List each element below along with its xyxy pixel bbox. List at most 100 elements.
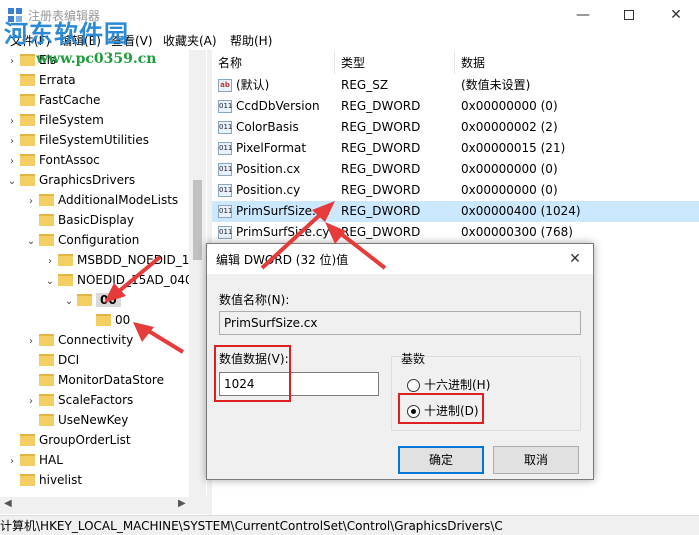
chevron-right-icon[interactable]: › — [44, 252, 56, 272]
tree-scroll-thumb[interactable] — [193, 180, 202, 260]
tree-item-label: 00 — [96, 293, 121, 307]
chevron-right-icon[interactable]: › — [6, 52, 18, 72]
tree-horizontal-scrollbar[interactable] — [0, 497, 207, 514]
tree-item-hivelist[interactable]: hivelist — [6, 470, 82, 490]
value-data: 0x00000000 (0) — [461, 99, 558, 113]
value-type: REG_DWORD — [341, 225, 421, 239]
tree-item-label: MSBDD_NOEDID_1 — [77, 253, 190, 267]
folder-icon — [20, 93, 35, 106]
value-data: 0x00000000 (0) — [461, 162, 558, 176]
tree-item-hal[interactable]: › HAL — [6, 450, 63, 470]
tree-item-00[interactable]: ⌄ 00 — [63, 290, 121, 310]
tree-item-filesystemutilities[interactable]: › FileSystemUtilities — [6, 130, 149, 150]
folder-icon — [39, 393, 54, 406]
binary-value-icon: 011 — [218, 226, 232, 239]
chevron-right-icon[interactable]: › — [6, 132, 18, 152]
folder-icon — [20, 113, 35, 126]
maximize-button[interactable] — [606, 0, 652, 30]
minimize-button[interactable]: — — [560, 0, 606, 30]
chevron-right-icon[interactable]: › — [25, 392, 37, 412]
tree-item-msbdd-noedid-1[interactable]: › MSBDD_NOEDID_1 — [44, 250, 189, 270]
dialog-close-button[interactable]: ✕ — [563, 248, 587, 270]
column-header-data[interactable]: 数据 — [455, 52, 699, 74]
chevron-right-icon[interactable]: › — [25, 192, 37, 212]
chevron-right-icon[interactable]: › — [6, 452, 18, 472]
folder-icon — [39, 333, 54, 346]
binary-value-icon: 011 — [218, 100, 232, 113]
value-data: 0x00000002 (2) — [461, 120, 558, 134]
value-name: PixelFormat — [236, 141, 307, 155]
value-type: REG_DWORD — [341, 183, 421, 197]
column-header-type[interactable]: 类型 — [335, 52, 455, 74]
value-name-field: PrimSurfSize.cx — [219, 311, 581, 335]
folder-icon — [20, 473, 35, 486]
chevron-down-icon[interactable]: ⌄ — [44, 272, 56, 292]
string-value-icon: ab — [218, 79, 232, 92]
chevron-down-icon[interactable]: ⌄ — [25, 232, 37, 252]
ok-button[interactable]: 确定 — [398, 446, 484, 474]
value-name: Position.cx — [236, 162, 301, 176]
scroll-right-icon[interactable]: ▶ — [178, 498, 186, 509]
folder-icon — [58, 273, 73, 286]
tree-item-00[interactable]: 00 — [82, 310, 130, 330]
tree-item-fastcache[interactable]: FastCache — [6, 90, 100, 110]
tree-item-noedid-15ad-040[interactable]: ⌄ NOEDID_15AD_040 — [44, 270, 193, 290]
tree-item-additionalmodelists[interactable]: › AdditionalModeLists — [25, 190, 178, 210]
tree-item-graphicsdrivers[interactable]: ⌄ GraphicsDrivers — [6, 170, 135, 190]
folder-icon — [20, 153, 35, 166]
tree-item-usenewkey[interactable]: UseNewKey — [25, 410, 128, 430]
dialog-title-bar: 编辑 DWORD (32 位)值 ✕ — [207, 244, 593, 274]
folder-icon — [20, 453, 35, 466]
hex-radio[interactable]: 十六进制(H) — [407, 376, 490, 393]
chevron-down-icon[interactable]: ⌄ — [6, 172, 18, 192]
chevron-right-icon[interactable]: › — [25, 332, 37, 352]
tree-item-configuration[interactable]: ⌄ Configuration — [25, 230, 140, 252]
close-button[interactable]: ✕ — [653, 0, 699, 30]
value-type: REG_DWORD — [341, 120, 421, 134]
value-name-cell: 011 PixelFormat — [218, 138, 306, 159]
watermark-url: www.pc0359.cn — [36, 51, 157, 67]
value-row[interactable]: 011 PixelFormat REG_DWORD 0x00000015 (21) — [212, 138, 699, 159]
folder-icon — [96, 313, 111, 326]
value-row[interactable]: 011 Position.cx REG_DWORD 0x00000000 (0) — [212, 159, 699, 180]
tree-item-connectivity[interactable]: › Connectivity — [25, 330, 133, 350]
highlight-value-data — [214, 345, 291, 402]
tree-item-label: 00 — [115, 313, 131, 327]
value-name: CcdDbVersion — [236, 99, 320, 113]
hex-radio-icon — [407, 379, 420, 392]
value-row[interactable]: 011 CcdDbVersion REG_DWORD 0x00000000 (0) — [212, 96, 699, 117]
value-row[interactable]: 011 PrimSurfSize.cx REG_DWORD 0x00000400 (1… — [212, 201, 699, 222]
chevron-down-icon[interactable]: ⌄ — [63, 292, 75, 312]
tree-item-grouporderlist[interactable]: GroupOrderList — [6, 430, 131, 450]
menu-favorites[interactable]: 收藏夹(A) — [163, 32, 217, 49]
tree-item-scalefactors[interactable]: › ScaleFactors — [25, 390, 133, 410]
scroll-left-icon[interactable]: ◀ — [4, 498, 12, 509]
value-row[interactable]: 011 PrimSurfSize.cy REG_DWORD 0x00000300 (7… — [212, 222, 699, 243]
tree-item-filesystem[interactable]: › FileSystem — [6, 110, 104, 130]
cancel-button[interactable]: 取消 — [493, 446, 579, 474]
value-name-cell: 011 Position.cy — [218, 180, 300, 201]
chevron-right-icon[interactable]: › — [6, 152, 18, 172]
menu-help[interactable]: 帮助(H) — [230, 32, 272, 49]
tree-item-label: FileSystem — [39, 113, 104, 127]
tree-vertical-scrollbar[interactable] — [189, 50, 206, 498]
value-row[interactable]: 011 ColorBasis REG_DWORD 0x00000002 (2) — [212, 117, 699, 138]
value-row[interactable]: 011 Position.cy REG_DWORD 0x00000000 (0) — [212, 180, 699, 201]
watermark-logo: 河东软件园 — [4, 20, 129, 48]
maximize-icon — [624, 10, 634, 20]
folder-icon — [20, 53, 35, 66]
tree-item-label: FontAssoc — [39, 153, 100, 167]
value-name-cell: ab (默认) — [218, 75, 269, 96]
tree-item-basicdisplay[interactable]: BasicDisplay — [25, 210, 134, 230]
column-header-name[interactable]: 名称 — [212, 52, 335, 74]
tree-item-monitordatastore[interactable]: MonitorDataStore — [25, 370, 164, 390]
tree-item-fontassoc[interactable]: › FontAssoc — [6, 150, 100, 170]
value-row[interactable]: ab (默认) REG_SZ (数值未设置) — [212, 75, 699, 96]
tree-item-label: DCI — [58, 353, 80, 367]
tree-item-dci[interactable]: DCI — [25, 350, 79, 370]
chevron-right-icon[interactable]: › — [6, 112, 18, 132]
binary-value-icon: 011 — [218, 121, 232, 134]
folder-icon — [39, 213, 54, 226]
folder-icon — [39, 233, 54, 246]
tree-item-errata[interactable]: Errata — [6, 70, 76, 90]
